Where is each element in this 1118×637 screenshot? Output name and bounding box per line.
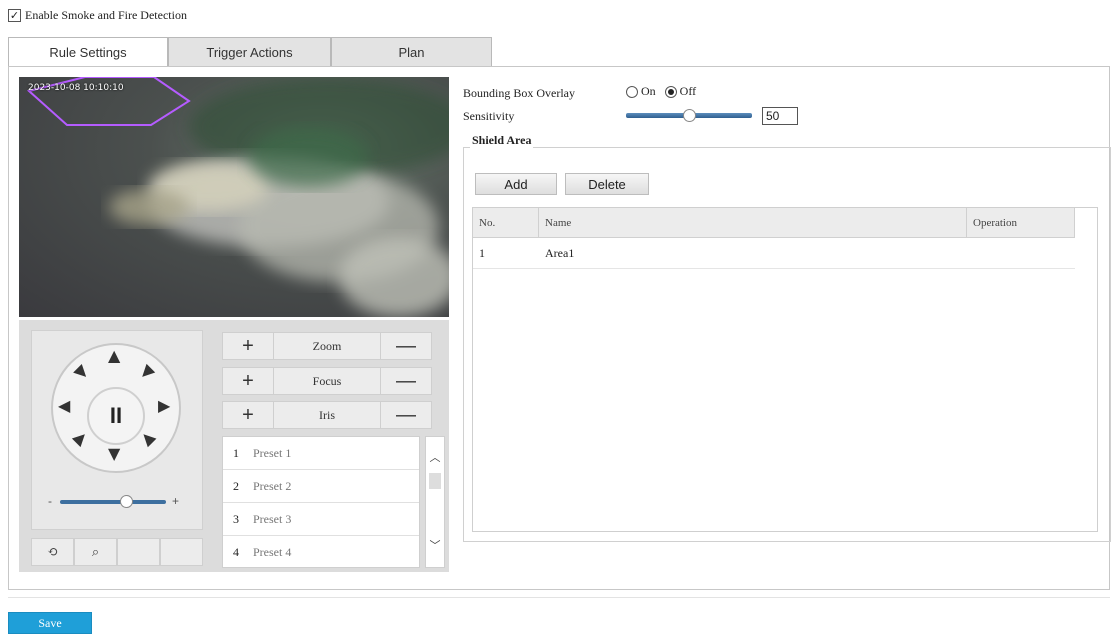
camera-rotate-icon: ⟲ xyxy=(47,544,58,560)
scroll-up-icon[interactable]: ︿ xyxy=(426,447,444,467)
delete-area-button[interactable]: Delete xyxy=(565,173,649,195)
tab-bar: Rule Settings Trigger Actions Plan xyxy=(8,37,492,67)
focus-out-button[interactable]: — xyxy=(381,368,431,394)
zoom-label: Zoom xyxy=(273,333,381,359)
scroll-down-icon[interactable]: ﹀ xyxy=(426,535,444,555)
iris-label: Iris xyxy=(273,402,381,428)
bbox-off-radio[interactable] xyxy=(664,85,677,98)
column-header-operation: Operation xyxy=(967,208,1075,237)
zoom-area-button[interactable]: ⌕ xyxy=(74,538,117,566)
shield-area-title: Shield Area xyxy=(470,133,534,148)
table-row[interactable]: 1 Area1 xyxy=(473,239,1075,269)
footer-divider xyxy=(8,597,1110,598)
column-header-no: No. xyxy=(473,208,539,237)
bbox-on-label: On xyxy=(641,84,656,98)
preset-item[interactable]: 2 Preset 2 xyxy=(223,470,419,503)
preset-name: Preset 2 xyxy=(253,478,292,493)
bbox-overlay-label: Bounding Box Overlay xyxy=(463,86,575,100)
pause-button[interactable]: II xyxy=(87,387,145,445)
row-name: Area1 xyxy=(545,246,575,260)
preset-name: Preset 1 xyxy=(253,445,292,460)
tab-trigger-actions[interactable]: Trigger Actions xyxy=(168,37,331,67)
zoom-out-button[interactable]: — xyxy=(381,333,431,359)
enable-detection-row[interactable]: ✓ Enable Smoke and Fire Detection xyxy=(8,8,187,23)
ptz-extra-button-2[interactable] xyxy=(160,538,203,566)
preset-number: 4 xyxy=(233,545,239,559)
preset-item[interactable]: 4 Preset 4 xyxy=(223,536,419,569)
iris-control: + Iris — xyxy=(222,401,432,429)
preset-number: 3 xyxy=(233,511,239,526)
speed-slider-thumb[interactable] xyxy=(119,495,133,508)
preset-item[interactable]: 1 Preset 1 xyxy=(223,437,419,470)
tab-rule-settings[interactable]: Rule Settings xyxy=(8,37,168,67)
sensitivity-input[interactable]: 50 xyxy=(762,107,798,125)
scroll-thumb[interactable] xyxy=(429,473,441,489)
sensitivity-slider-thumb[interactable] xyxy=(683,109,696,122)
table-header: No. Name Operation xyxy=(473,208,1075,238)
speed-min-label: - xyxy=(48,494,52,508)
focus-control: + Focus — xyxy=(222,367,432,395)
sensitivity-label: Sensitivity xyxy=(463,109,515,123)
row-operation xyxy=(967,239,1075,268)
preset-list: 1 Preset 1 2 Preset 2 3 Preset 3 4 Prese… xyxy=(222,436,420,568)
focus-in-button[interactable]: + xyxy=(223,368,273,394)
video-scene xyxy=(26,77,449,317)
video-osd-timestamp: 2023-10-08 10:10:10 xyxy=(28,83,124,93)
focus-label: Focus xyxy=(273,368,381,394)
zoom-in-button[interactable]: + xyxy=(223,333,273,359)
iris-close-button[interactable]: — xyxy=(381,402,431,428)
video-preview[interactable]: 2023-10-08 10:10:10 xyxy=(19,77,449,317)
preset-name: Preset 4 xyxy=(253,545,292,559)
tab-plan[interactable]: Plan xyxy=(331,37,492,67)
add-area-button[interactable]: Add xyxy=(475,173,557,195)
save-button[interactable]: Save xyxy=(8,612,92,634)
camera-rotate-button[interactable]: ⟲ xyxy=(31,538,74,566)
ptz-bottom-bar: ⟲ ⌕ xyxy=(31,538,203,566)
bbox-off-label: Off xyxy=(679,84,697,98)
zoom-control: + Zoom — xyxy=(222,332,432,360)
enable-detection-checkbox[interactable]: ✓ xyxy=(8,9,21,22)
preset-number: 2 xyxy=(233,478,239,493)
ptz-extra-button-1[interactable] xyxy=(117,538,160,566)
bbox-overlay-options: On Off xyxy=(626,84,696,99)
bbox-on-radio[interactable] xyxy=(626,85,638,98)
zoom-area-icon: ⌕ xyxy=(91,544,100,560)
preset-number: 1 xyxy=(233,445,239,460)
pan-down-icon[interactable]: ▼ xyxy=(108,446,120,462)
preset-name: Preset 3 xyxy=(253,511,292,526)
column-header-name: Name xyxy=(539,208,967,237)
preset-item[interactable]: 3 Preset 3 xyxy=(223,503,419,536)
shield-area-table: No. Name Operation 1 Area1 xyxy=(472,207,1098,532)
speed-max-label: + xyxy=(172,494,180,508)
speed-slider[interactable] xyxy=(60,500,166,504)
row-no: 1 xyxy=(479,246,485,260)
preset-scrollbar[interactable]: ︿ ﹀ xyxy=(425,436,445,568)
iris-open-button[interactable]: + xyxy=(223,402,273,428)
pan-up-icon[interactable]: ▲ xyxy=(108,348,120,364)
pan-left-icon[interactable]: ◀ xyxy=(58,398,70,414)
enable-detection-label: Enable Smoke and Fire Detection xyxy=(25,8,187,22)
pan-right-icon[interactable]: ▶ xyxy=(158,398,170,414)
